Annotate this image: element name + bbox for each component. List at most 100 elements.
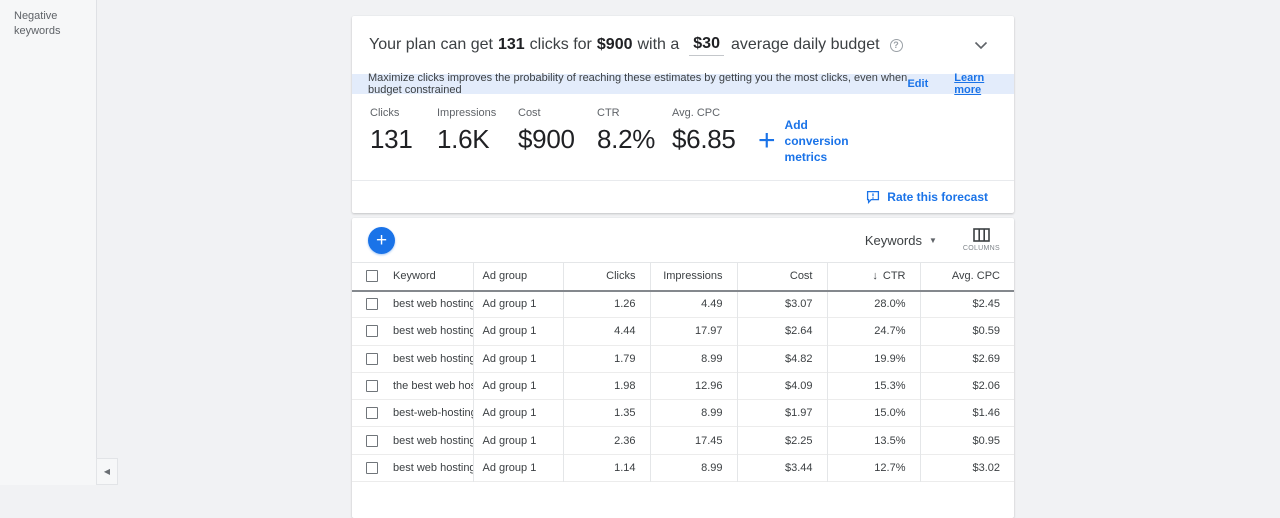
learn-more-link[interactable]: Learn more	[954, 72, 998, 96]
column-header-clicks[interactable]: Clicks	[563, 263, 650, 291]
ctr-cell: 24.7%	[827, 318, 920, 345]
keyword-cell: best web hosting sit...	[389, 427, 473, 454]
impressions-cell: 17.45	[650, 427, 737, 454]
ad-group-cell: Ad group 1	[473, 400, 563, 427]
row-checkbox[interactable]	[366, 462, 378, 474]
keyword-cell: the best web hosting	[389, 372, 473, 399]
metric-label: CTR	[597, 107, 672, 119]
metric-avg-cpc: Avg. CPC $6.85	[672, 107, 758, 155]
column-header-keyword[interactable]: Keyword	[389, 263, 473, 291]
metric-value: $900	[518, 124, 597, 155]
add-conversion-metrics-button[interactable]: + Add conversion metrics	[758, 117, 875, 166]
table-row: best web hosting pr... Ad group 1 1.14 8…	[352, 454, 1014, 481]
banner-message: Maximize clicks improves the probability…	[368, 72, 907, 96]
ctr-cell: 12.7%	[827, 454, 920, 481]
metric-value: $6.85	[672, 124, 758, 155]
avg-cpc-cell: $0.59	[920, 318, 1014, 345]
column-header-impressions[interactable]: Impressions	[650, 263, 737, 291]
ctr-cell: 15.3%	[827, 372, 920, 399]
table-row: best web hosting sit... Ad group 1 1.26 …	[352, 291, 1014, 318]
metric-label: Avg. CPC	[672, 107, 758, 119]
avg-cpc-cell: $2.69	[920, 345, 1014, 372]
chevron-down-icon: ▼	[929, 236, 937, 245]
ad-group-cell: Ad group 1	[473, 345, 563, 372]
clicks-cell: 1.26	[563, 291, 650, 318]
cost-cell: $2.25	[737, 427, 827, 454]
metric-value: 8.2%	[597, 124, 672, 155]
keywords-table: Keyword Ad group Clicks Impressions Cost…	[352, 262, 1014, 482]
ad-group-cell: Ad group 1	[473, 427, 563, 454]
metric-ctr: CTR 8.2%	[597, 107, 672, 155]
avg-cpc-cell: $2.06	[920, 372, 1014, 399]
ad-group-cell: Ad group 1	[473, 291, 563, 318]
metric-impressions: Impressions 1.6K	[437, 107, 518, 155]
column-header-avg-cpc[interactable]: Avg. CPC	[920, 263, 1014, 291]
columns-label: COLUMNS	[963, 245, 1000, 252]
cost-cell: $4.82	[737, 345, 827, 372]
keyword-cell: best-web-hosting	[389, 400, 473, 427]
row-checkbox[interactable]	[366, 407, 378, 419]
forecast-metrics: Clicks 131 Impressions 1.6K Cost $900 CT…	[352, 94, 1014, 180]
row-checkbox[interactable]	[366, 325, 378, 337]
keywords-table-card: + Keywords ▼ COLUMNS K	[352, 218, 1014, 518]
forecast-summary-card: Your plan can get 131 clicks for $900 wi…	[352, 16, 1014, 213]
daily-budget-editable-value[interactable]: $30	[689, 34, 724, 56]
rate-this-forecast-button[interactable]: Rate this forecast	[866, 190, 988, 204]
column-header-cost[interactable]: Cost	[737, 263, 827, 291]
keyword-cell: best web hosting site	[389, 318, 473, 345]
chevron-down-icon	[974, 41, 988, 50]
view-selector-dropdown[interactable]: Keywords ▼	[865, 233, 937, 248]
rate-forecast-label: Rate this forecast	[887, 190, 988, 204]
clicks-cell: 1.79	[563, 345, 650, 372]
row-checkbox[interactable]	[366, 353, 378, 365]
sidebar-collapse-button[interactable]: ◀	[96, 458, 118, 485]
keyword-cell: best web hosting fo...	[389, 345, 473, 372]
clicks-cell: 2.36	[563, 427, 650, 454]
columns-button[interactable]: COLUMNS	[963, 228, 1000, 252]
summary-text: with a	[637, 36, 679, 54]
ctr-cell: 28.0%	[827, 291, 920, 318]
keyword-cell: best web hosting pr...	[389, 454, 473, 481]
ad-group-cell: Ad group 1	[473, 372, 563, 399]
help-icon[interactable]: ?	[890, 39, 903, 52]
plan-summary-header: Your plan can get 131 clicks for $900 wi…	[352, 16, 1014, 74]
clicks-cell: 4.44	[563, 318, 650, 345]
select-all-checkbox[interactable]	[366, 270, 378, 282]
ctr-cell: 19.9%	[827, 345, 920, 372]
forecast-footer: Rate this forecast	[352, 180, 1014, 213]
cost-cell: $3.07	[737, 291, 827, 318]
table-toolbar: + Keywords ▼ COLUMNS	[352, 218, 1014, 262]
sidebar-item-negative-keywords[interactable]: Negative keywords	[0, 0, 96, 48]
impressions-cell: 4.49	[650, 291, 737, 318]
ctr-cell: 13.5%	[827, 427, 920, 454]
add-keywords-button[interactable]: +	[368, 227, 395, 254]
column-header-ad-group[interactable]: Ad group	[473, 263, 563, 291]
impressions-cell: 8.99	[650, 345, 737, 372]
edit-link[interactable]: Edit	[907, 78, 928, 90]
column-header-ctr[interactable]: ↓CTR	[827, 263, 920, 291]
summary-text: average daily budget	[731, 36, 880, 54]
impressions-cell: 12.96	[650, 372, 737, 399]
avg-cpc-cell: $1.46	[920, 400, 1014, 427]
summary-text: clicks for	[530, 36, 592, 54]
table-row: best-web-hosting Ad group 1 1.35 8.99 $1…	[352, 400, 1014, 427]
avg-cpc-cell: $2.45	[920, 291, 1014, 318]
impressions-cell: 17.97	[650, 318, 737, 345]
collapse-panel-button[interactable]	[974, 41, 988, 50]
row-checkbox[interactable]	[366, 380, 378, 392]
chevron-left-icon: ◀	[104, 467, 110, 476]
cost-cell: $4.09	[737, 372, 827, 399]
cost-cell: $1.97	[737, 400, 827, 427]
sort-descending-icon: ↓	[872, 270, 878, 282]
ctr-cell: 15.0%	[827, 400, 920, 427]
metric-cost: Cost $900	[518, 107, 597, 155]
metric-value: 131	[370, 124, 437, 155]
summary-clicks-value: 131	[498, 36, 525, 54]
clicks-cell: 1.98	[563, 372, 650, 399]
plus-icon: +	[376, 231, 387, 250]
metric-label: Impressions	[437, 107, 518, 119]
row-checkbox[interactable]	[366, 298, 378, 310]
row-checkbox[interactable]	[366, 435, 378, 447]
clicks-cell: 1.14	[563, 454, 650, 481]
metric-label: Clicks	[370, 107, 437, 119]
